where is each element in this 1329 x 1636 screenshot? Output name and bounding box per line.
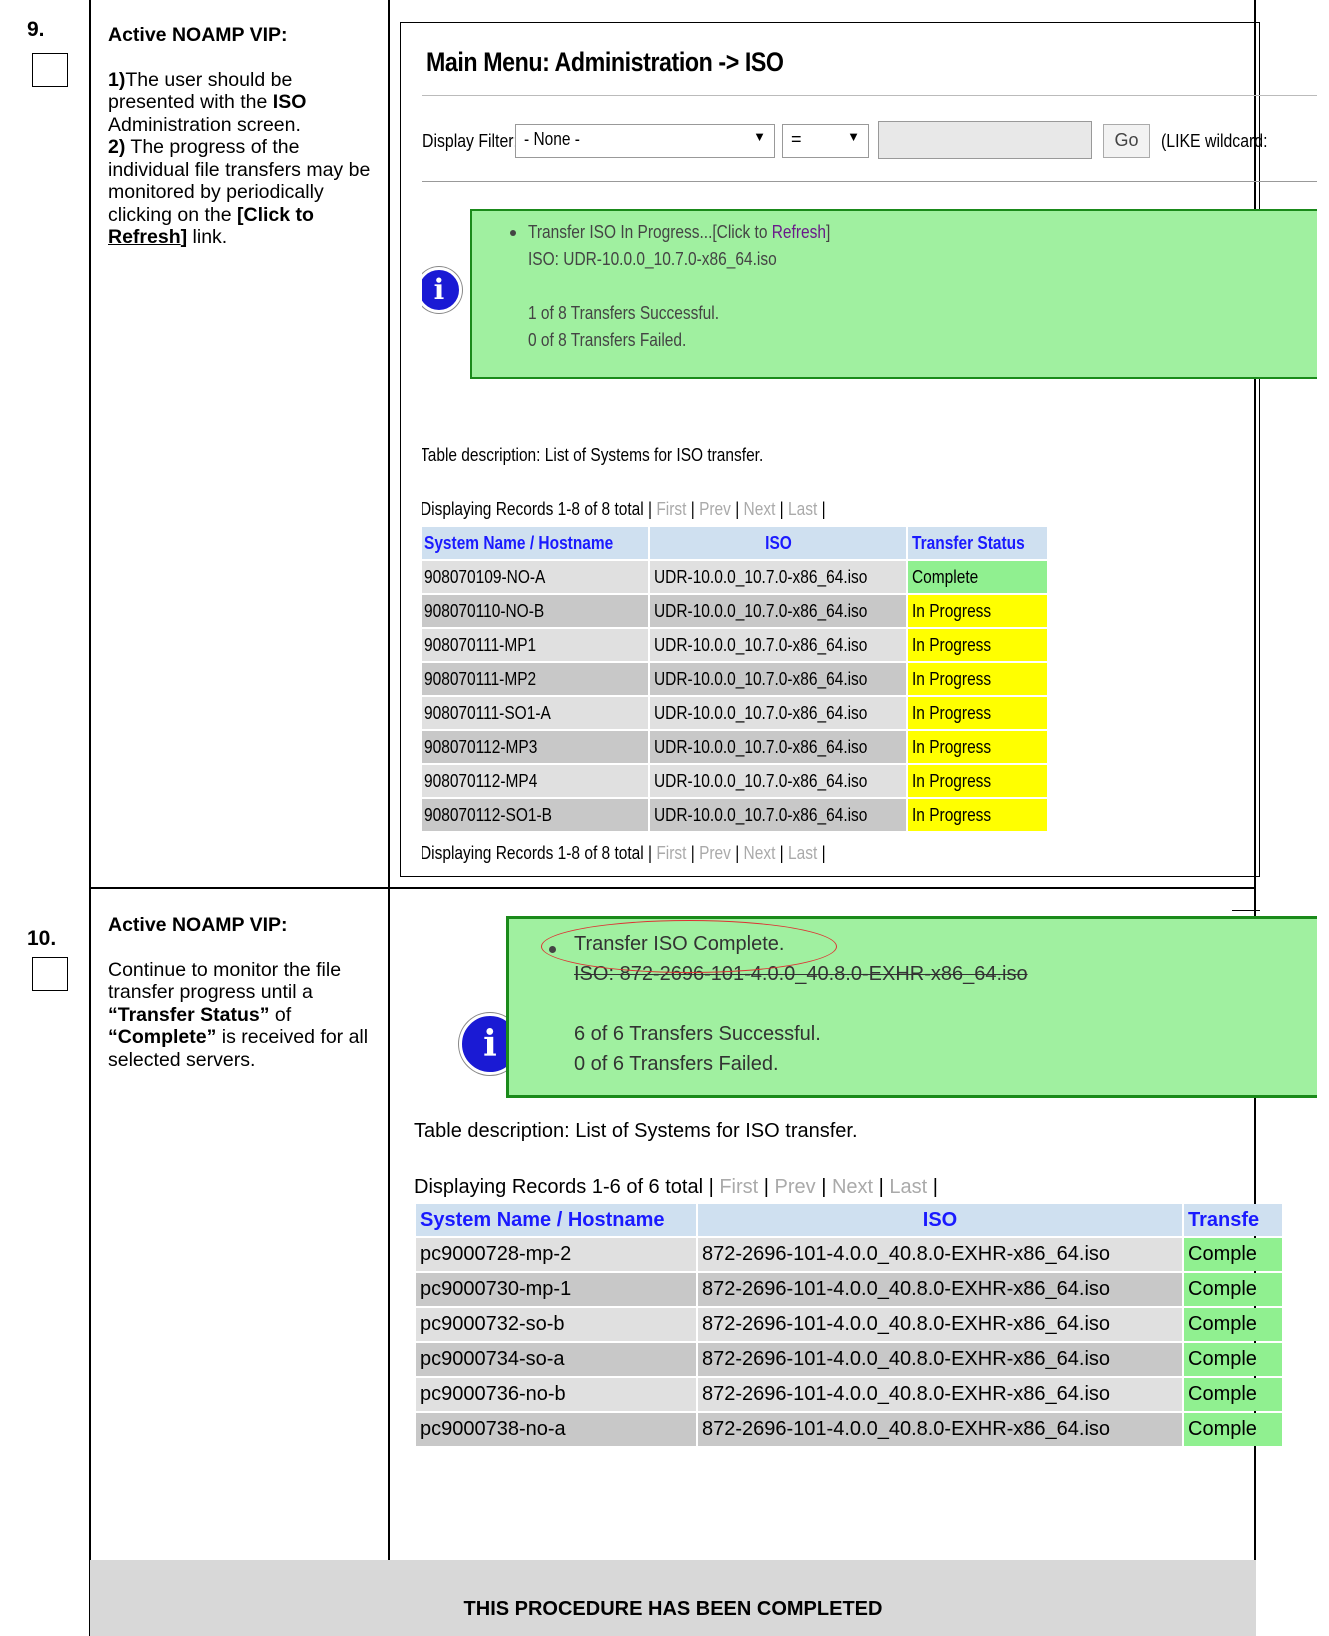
column-header[interactable]: System Name / Hostname (422, 527, 649, 559)
separator (422, 181, 1317, 182)
column-header[interactable]: ISO (698, 1204, 1182, 1236)
pagination-bottom: Displaying Records 1-8 of 8 total | Firs… (422, 843, 826, 863)
column-header[interactable]: Transfe (1184, 1204, 1282, 1236)
table-row[interactable]: 908070111-SO1-A UDR-10.0.0_10.7.0-x86_64.… (422, 697, 1048, 729)
first-link[interactable]: First (656, 499, 686, 519)
pagination-top: Displaying Records 1-8 of 8 total | Firs… (422, 499, 826, 519)
table-description: Table description: List of Systems for I… (414, 1120, 858, 1142)
table-row[interactable]: 908070111-MP2 UDR-10.0.0_10.7.0-x86_64.is… (422, 663, 1048, 695)
table-row[interactable]: pc9000734-so-a 872-2696-101-4.0.0_40.8.0-… (416, 1343, 1282, 1376)
like-wildcard-hint: (LIKE wildcard: (1161, 131, 1268, 151)
iso-admin-screenshot: Main Menu: Administration -> ISO Display… (422, 23, 1317, 910)
step-instruction-1: 1)The user should be presented with the … (108, 68, 307, 136)
table-row[interactable]: pc9000730-mp-1 872-2696-101-4.0.0_40.8.0-… (416, 1273, 1282, 1306)
step-instruction-2: 2) The progress of the individual file t… (108, 136, 371, 248)
iso-transfer-table: System Name / Hostname ISO Transfe pc900… (414, 1202, 1284, 1448)
go-button[interactable]: Go (1103, 124, 1150, 158)
first-link[interactable]: First (656, 843, 686, 863)
step-description: Active NOAMP VIP: 1)The user should be p… (108, 24, 378, 249)
table-header-row: System Name / Hostname ISO Transfer Stat… (422, 527, 1048, 559)
step-number: 9. (27, 18, 45, 41)
display-filter-label: Display Filter: (422, 131, 518, 151)
transfer-status-message: Transfer ISO In Progress...[Click to Ref… (470, 209, 1317, 379)
bullet-icon (510, 230, 516, 236)
filter-value-input[interactable] (878, 121, 1092, 159)
next-link[interactable]: Next (832, 1176, 873, 1198)
last-link[interactable]: Last (788, 843, 817, 863)
column-header[interactable]: ISO (650, 527, 907, 559)
table-header-row: System Name / Hostname ISO Transfe (416, 1204, 1282, 1236)
message-text: Transfer ISO In Progress...[Click to Ref… (528, 222, 831, 350)
table-row[interactable]: 908070111-MP1 UDR-10.0.0_10.7.0-x86_64.is… (422, 629, 1048, 661)
pagination-top: Displaying Records 1-6 of 6 total | Firs… (414, 1176, 938, 1198)
first-link[interactable]: First (719, 1176, 758, 1198)
iso-transfer-table: System Name / Hostname ISO Transfer Stat… (422, 525, 1049, 833)
step-description: Active NOAMP VIP: Continue to monitor th… (108, 914, 378, 1071)
column-header[interactable]: System Name / Hostname (416, 1204, 696, 1236)
step-heading: Active NOAMP VIP: (108, 914, 288, 936)
table-row[interactable]: pc9000732-so-b 872-2696-101-4.0.0_40.8.0-… (416, 1308, 1282, 1341)
table-row[interactable]: pc9000736-no-b 872-2696-101-4.0.0_40.8.0-… (416, 1378, 1282, 1411)
step-checkbox[interactable] (32, 53, 68, 87)
dropdown-arrow-icon: ▼ (753, 129, 766, 144)
step-instruction: Continue to monitor the file transfer pr… (108, 958, 369, 1071)
dropdown-arrow-icon: ▼ (847, 129, 860, 144)
table-row[interactable]: 908070112-MP3 UDR-10.0.0_10.7.0-x86_64.is… (422, 731, 1048, 763)
table-row[interactable]: 908070112-MP4 UDR-10.0.0_10.7.0-x86_64.is… (422, 765, 1048, 797)
table-description: Table description: List of Systems for I… (422, 445, 764, 465)
iso-complete-screenshot: i Transfer ISO Complete. ISO: 872-2696-1… (404, 916, 1317, 1503)
prev-link[interactable]: Prev (699, 499, 731, 519)
table-row[interactable]: 908070110-NO-B UDR-10.0.0_10.7.0-x86_64.i… (422, 595, 1048, 627)
prev-link[interactable]: Prev (775, 1176, 816, 1198)
step-heading: Active NOAMP VIP: (108, 24, 288, 46)
refresh-link[interactable]: Refresh (772, 222, 826, 242)
next-link[interactable]: Next (744, 499, 776, 519)
info-icon: i (422, 267, 462, 313)
next-link[interactable]: Next (744, 843, 776, 863)
separator (422, 95, 1317, 96)
table-row[interactable]: pc9000728-mp-2 872-2696-101-4.0.0_40.8.0-… (416, 1238, 1282, 1271)
table-border-left (89, 0, 91, 1636)
prev-link[interactable]: Prev (699, 843, 731, 863)
table-row[interactable]: 908070109-NO-A UDR-10.0.0_10.7.0-x86_64.i… (422, 561, 1048, 593)
table-row[interactable]: pc9000738-no-a 872-2696-101-4.0.0_40.8.0-… (416, 1413, 1282, 1446)
procedure-complete-banner: THIS PROCEDURE HAS BEEN COMPLETED (90, 1560, 1256, 1636)
page-title: Main Menu: Administration -> ISO (426, 47, 784, 77)
last-link[interactable]: Last (889, 1176, 927, 1198)
screenshot-frame-tick (1232, 910, 1260, 911)
step-checkbox[interactable] (32, 957, 68, 991)
filter-operator-select[interactable]: = ▼ (782, 124, 869, 158)
table-row[interactable]: 908070112-SO1-B UDR-10.0.0_10.7.0-x86_64.… (422, 799, 1048, 831)
step-number: 10. (27, 927, 57, 950)
last-link[interactable]: Last (788, 499, 817, 519)
filter-field-select[interactable]: - None - ▼ (515, 124, 775, 158)
highlight-ellipse (541, 920, 837, 973)
column-header[interactable]: Transfer Status (908, 527, 1048, 559)
table-border-col2 (388, 0, 390, 1560)
